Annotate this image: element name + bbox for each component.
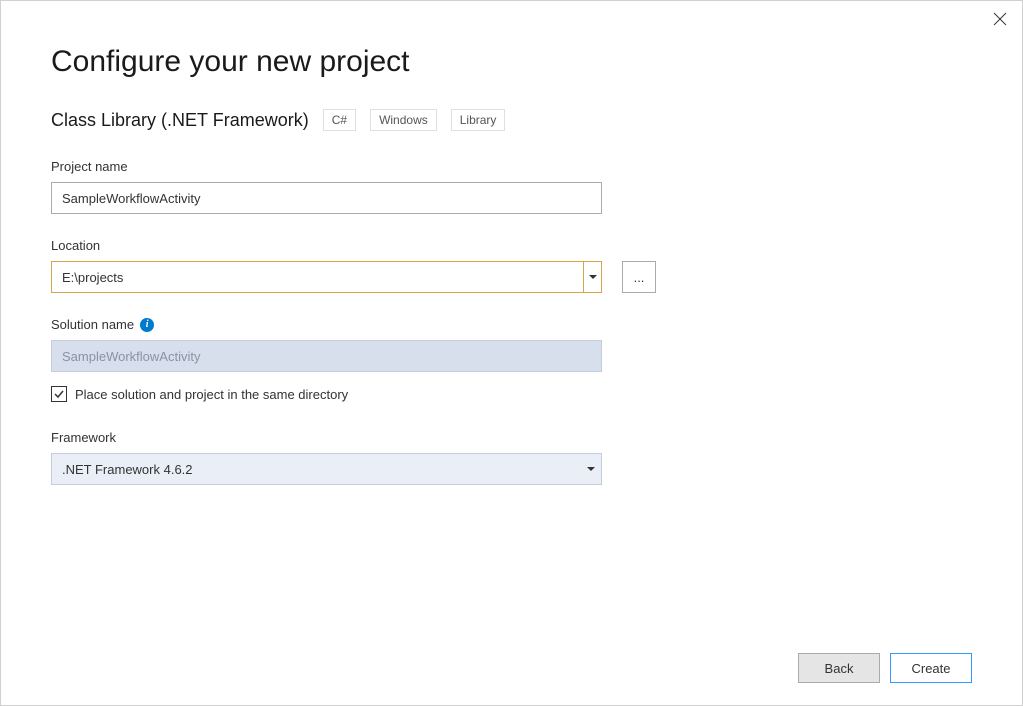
create-button[interactable]: Create (890, 653, 972, 683)
close-icon[interactable] (992, 11, 1008, 27)
page-title: Configure your new project (51, 45, 972, 79)
chevron-down-icon (587, 467, 595, 471)
browse-button[interactable]: ... (622, 261, 656, 293)
location-dropdown-button[interactable] (583, 262, 601, 292)
project-name-input[interactable] (51, 182, 602, 214)
chevron-down-icon (589, 275, 597, 279)
tag-language: C# (323, 109, 356, 131)
same-directory-checkbox[interactable] (51, 386, 67, 402)
location-input[interactable] (52, 262, 583, 292)
checkmark-icon (53, 388, 65, 400)
solution-name-label: Solution name (51, 317, 134, 332)
framework-dropdown-button (581, 467, 601, 471)
framework-value: .NET Framework 4.6.2 (52, 462, 581, 477)
framework-select[interactable]: .NET Framework 4.6.2 (51, 453, 602, 485)
solution-name-input: SampleWorkflowActivity (51, 340, 602, 372)
back-button[interactable]: Back (798, 653, 880, 683)
solution-name-label-row: Solution name i (51, 317, 972, 332)
location-input-wrapper (51, 261, 602, 293)
info-icon[interactable]: i (140, 318, 154, 332)
tag-platform: Windows (370, 109, 437, 131)
template-info-row: Class Library (.NET Framework) C# Window… (51, 109, 972, 131)
template-name: Class Library (.NET Framework) (51, 110, 309, 131)
project-name-label: Project name (51, 159, 972, 174)
same-directory-label: Place solution and project in the same d… (75, 387, 348, 402)
location-label: Location (51, 238, 972, 253)
tag-project-type: Library (451, 109, 506, 131)
framework-label: Framework (51, 430, 972, 445)
